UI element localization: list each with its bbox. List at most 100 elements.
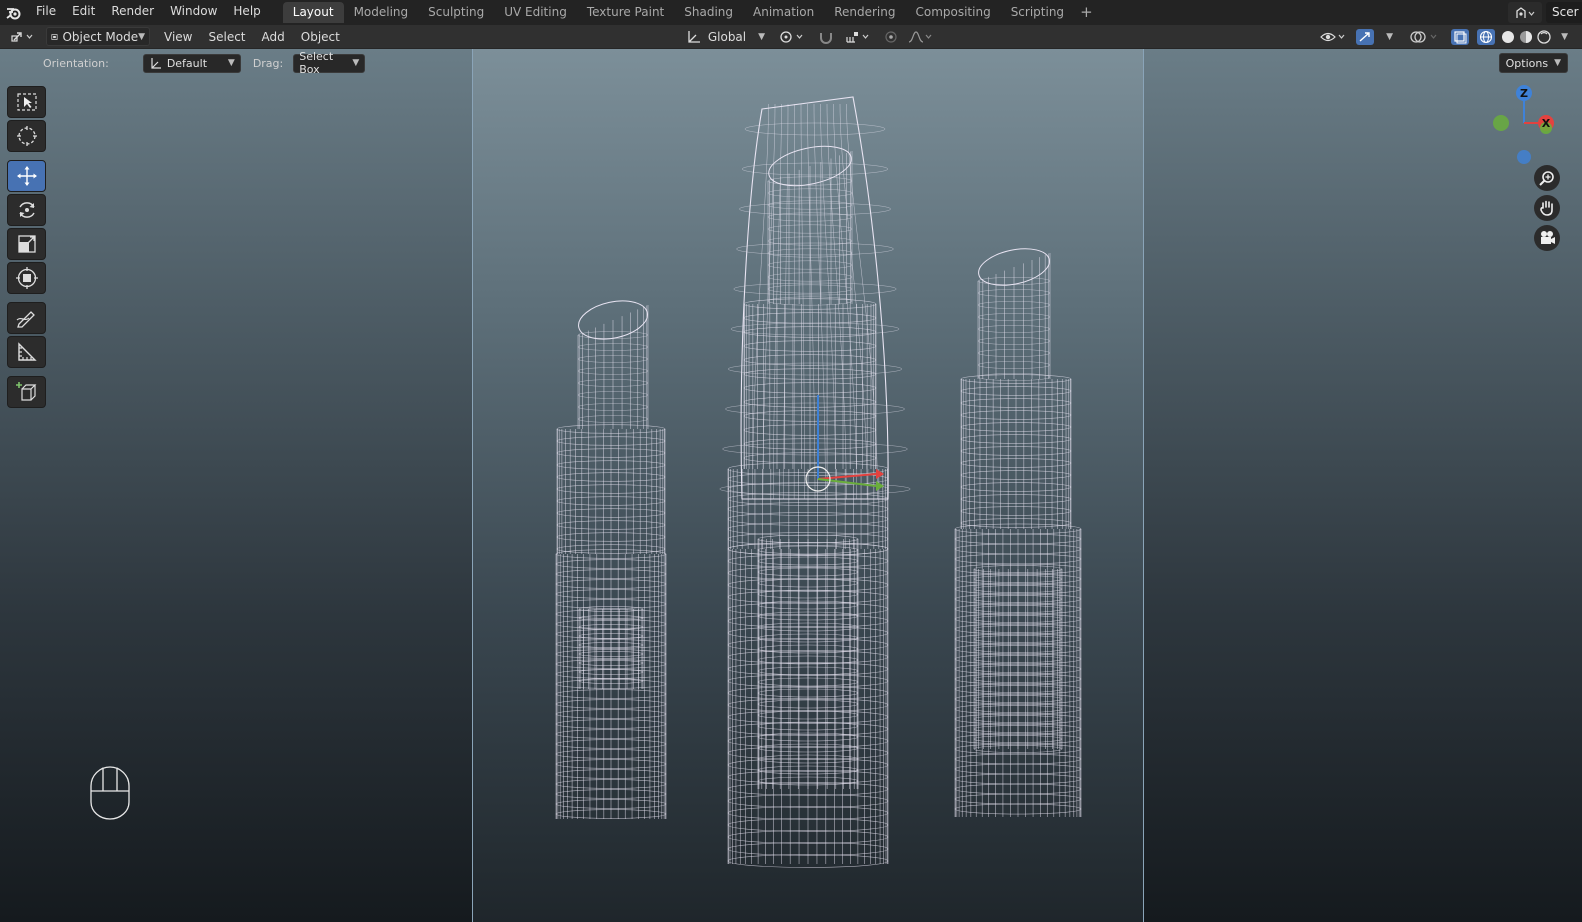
transform-orientation-dropdown[interactable]: Global ▼	[682, 27, 769, 46]
gizmo-dropdown[interactable]: ▼	[1378, 27, 1397, 46]
tool-move[interactable]	[7, 160, 46, 192]
tab-texture-paint[interactable]: Texture Paint	[577, 2, 674, 23]
chevron-down-icon: ▼	[352, 58, 360, 68]
menu-edit[interactable]: Edit	[64, 0, 103, 25]
transform-orientation-label: Global	[707, 29, 747, 44]
add-workspace-icon[interactable]: +	[1074, 2, 1099, 23]
snap-target-dropdown[interactable]	[841, 27, 877, 46]
right-lipstick-inner	[960, 374, 1072, 529]
workspace-tabs: Layout Modeling Sculpting UV Editing Tex…	[282, 0, 1099, 25]
orientation-axes-icon	[688, 30, 700, 43]
chevron-down-icon: ▼	[1561, 31, 1568, 42]
mouse-status-icon	[89, 766, 131, 823]
editor-type-button[interactable]	[6, 27, 40, 46]
pivot-point-button[interactable]	[773, 27, 811, 46]
pan-button[interactable]	[1534, 195, 1560, 221]
orientation-value: Default	[166, 56, 208, 70]
orientation-dropdown[interactable]: Default ▼	[142, 53, 241, 73]
visibility-dropdown[interactable]	[1316, 27, 1352, 46]
axis-y-icon[interactable]	[1493, 115, 1509, 131]
tool-add-cube[interactable]	[7, 376, 46, 408]
left-lipstick-inner	[556, 424, 666, 554]
drag-value: Select Box	[299, 50, 334, 76]
overlays-toggle-button[interactable]	[1405, 27, 1445, 46]
xray-toggle-button[interactable]	[1447, 27, 1473, 46]
3d-viewport[interactable]: Orientation: Default ▼ Drag: Select Box …	[0, 49, 1582, 922]
tool-select-box[interactable]	[7, 86, 46, 118]
tool-rotate[interactable]	[7, 194, 46, 226]
menu-select[interactable]: Select	[204, 27, 249, 46]
scene-selector: Scer	[1508, 2, 1582, 23]
shading-material-button[interactable]	[1517, 27, 1535, 46]
menu-render[interactable]: Render	[103, 0, 162, 25]
mode-dropdown[interactable]: Object Mode ▼	[46, 27, 150, 46]
menu-window[interactable]: Window	[162, 0, 225, 25]
shading-solid-button[interactable]	[1499, 27, 1517, 46]
editor-type-icon	[11, 31, 33, 42]
gizmo-toggle-button[interactable]	[1352, 27, 1378, 46]
measure-ruler-icon	[17, 342, 37, 361]
tab-uv-editing[interactable]: UV Editing	[494, 2, 577, 23]
zoom-button[interactable]	[1534, 165, 1560, 191]
tab-animation[interactable]: Animation	[743, 2, 824, 23]
lipstick-models	[555, 96, 1082, 868]
tab-layout[interactable]: Layout	[282, 2, 344, 23]
chevron-down-icon: ▼	[227, 58, 235, 68]
hand-icon	[1540, 200, 1553, 216]
menu-help[interactable]: Help	[225, 0, 268, 25]
options-dropdown[interactable]: Options ▼	[1498, 53, 1568, 73]
scene-icon	[1516, 6, 1535, 18]
xray-icon	[1451, 28, 1470, 45]
tab-compositing[interactable]: Compositing	[905, 2, 1000, 23]
orientation-label: Orientation:	[43, 56, 109, 70]
object-mode-icon	[51, 33, 58, 40]
blender-logo-icon[interactable]	[0, 0, 28, 25]
wireframe-shading-icon	[1477, 28, 1496, 45]
tool-transform[interactable]	[7, 262, 46, 294]
annotate-pencil-icon	[16, 311, 35, 328]
drag-dropdown[interactable]: Select Box ▼	[293, 50, 366, 76]
axis-z-label: Z	[1520, 87, 1528, 100]
scene-browse-button[interactable]	[1508, 2, 1542, 23]
menu-file[interactable]: File	[28, 0, 64, 25]
tool-scale[interactable]	[7, 228, 46, 260]
move-icon	[16, 166, 37, 186]
add-cube-icon	[15, 382, 36, 401]
tab-rendering[interactable]: Rendering	[824, 2, 905, 23]
menu-object[interactable]: Object	[297, 27, 344, 46]
wireframe-scene[interactable]	[0, 49, 1582, 922]
orientation-gizmo-icon	[151, 58, 161, 69]
tab-modeling[interactable]: Modeling	[344, 2, 419, 23]
chevron-down-icon: ▼	[758, 31, 766, 42]
scene-name-field[interactable]: Scer	[1546, 2, 1582, 23]
tool-shelf	[7, 86, 47, 410]
left-lipstick-core	[578, 606, 644, 689]
menu-view[interactable]: View	[160, 27, 196, 46]
axis-gizmo[interactable]: Z X	[1486, 83, 1556, 173]
navigation-gizmo[interactable]: Z X	[1486, 83, 1556, 173]
tool-cursor[interactable]	[7, 120, 46, 152]
transform-icon	[15, 267, 38, 289]
proportional-falloff-dropdown[interactable]	[903, 27, 937, 46]
rendered-shading-icon	[1537, 29, 1551, 44]
scale-icon	[17, 235, 36, 253]
tool-annotate[interactable]	[7, 302, 46, 334]
menu-add[interactable]: Add	[258, 27, 289, 46]
tool-measure[interactable]	[7, 336, 46, 368]
shading-rendered-button[interactable]	[1535, 27, 1553, 46]
proportional-edit-icon	[885, 30, 897, 43]
tool-settings-bar: Orientation: Default ▼ Drag: Select Box …	[0, 49, 366, 77]
shading-dropdown[interactable]: ▼	[1553, 27, 1572, 46]
shading-wireframe-button[interactable]	[1473, 27, 1499, 46]
camera-view-button[interactable]	[1534, 225, 1560, 251]
tab-scripting[interactable]: Scripting	[1001, 2, 1074, 23]
tab-shading[interactable]: Shading	[674, 2, 743, 23]
falloff-curve-icon	[908, 30, 932, 43]
cursor-icon	[16, 126, 37, 146]
snap-toggle-button[interactable]	[813, 27, 841, 46]
options-label: Options	[1505, 56, 1549, 70]
tab-sculpting[interactable]: Sculpting	[418, 2, 494, 23]
center-lipstick-tip	[767, 145, 853, 306]
proportional-edit-button[interactable]	[879, 27, 903, 46]
viewport-header: Object Mode ▼ View Select Add Object Glo…	[0, 25, 1582, 49]
